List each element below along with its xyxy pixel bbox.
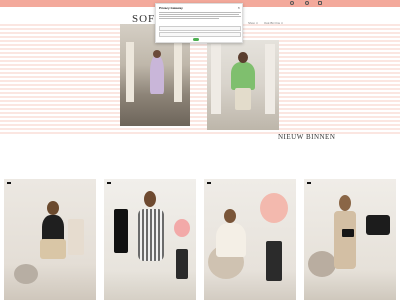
column: [265, 44, 275, 114]
product-badge: [107, 182, 111, 184]
model-figure: [150, 56, 164, 94]
consent-toggle[interactable]: [193, 38, 199, 41]
model-head: [47, 201, 59, 215]
user-icon[interactable]: [290, 1, 294, 5]
modal-option-row[interactable]: [159, 26, 241, 31]
product-card[interactable]: [304, 179, 396, 300]
model-shorts: [235, 88, 251, 110]
column: [211, 44, 221, 114]
cart-icon[interactable]: [318, 1, 322, 5]
chair: [14, 264, 38, 284]
product-card[interactable]: [4, 179, 96, 300]
product-card[interactable]: [204, 179, 296, 300]
modal-text-line: [159, 12, 241, 13]
modal-text-line: [159, 16, 241, 17]
side-table: [266, 241, 282, 281]
model-figure: [138, 209, 164, 261]
section-title: NIEUW BINNEN: [278, 133, 336, 141]
privacy-modal: Privacy Gateway ×: [155, 3, 243, 43]
pampas-grass: [174, 219, 190, 237]
modal-option-row[interactable]: [159, 32, 241, 37]
hanging-garment: [366, 215, 390, 235]
column: [174, 42, 182, 102]
modal-text-line: [159, 14, 239, 15]
product-badge: [207, 182, 211, 184]
model-skirt: [40, 239, 66, 259]
model-figure: [231, 62, 255, 90]
search-icon[interactable]: [305, 1, 309, 5]
chair: [308, 251, 336, 277]
model-head: [144, 191, 156, 207]
side-table: [176, 249, 188, 279]
modal-text-line: [159, 18, 219, 19]
product-card[interactable]: [104, 179, 196, 300]
model-figure: [216, 223, 246, 257]
modal-title: Privacy Gateway: [159, 6, 183, 10]
model-figure: [334, 211, 356, 269]
model-head: [224, 209, 236, 223]
model-head: [238, 52, 248, 63]
hero-photo-right[interactable]: [207, 40, 279, 130]
model-head: [153, 50, 161, 58]
product-badge: [307, 182, 311, 184]
column: [126, 42, 134, 102]
model-head: [339, 195, 351, 211]
hanging-garment: [114, 209, 128, 253]
close-icon[interactable]: ×: [238, 5, 240, 10]
product-badge: [7, 182, 11, 184]
hanging-garment: [68, 219, 84, 255]
pampas-grass: [260, 193, 288, 223]
bag: [342, 229, 354, 237]
